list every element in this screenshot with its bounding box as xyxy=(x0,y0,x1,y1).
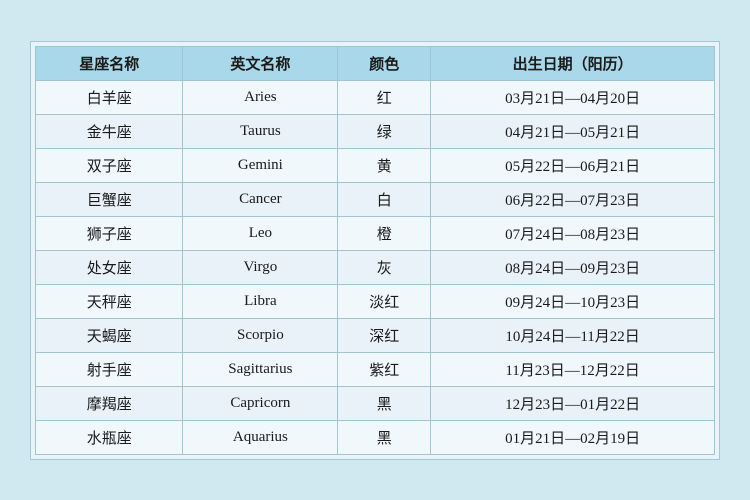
cell-en: Aquarius xyxy=(183,420,338,454)
cell-en: Leo xyxy=(183,216,338,250)
cell-color: 淡红 xyxy=(338,284,431,318)
cell-en: Taurus xyxy=(183,114,338,148)
table-body: 白羊座Aries红03月21日—04月20日金牛座Taurus绿04月21日—0… xyxy=(36,80,715,454)
col-header-en: 英文名称 xyxy=(183,46,338,80)
cell-color: 黑 xyxy=(338,386,431,420)
cell-color: 绿 xyxy=(338,114,431,148)
cell-en: Scorpio xyxy=(183,318,338,352)
cell-en: Gemini xyxy=(183,148,338,182)
cell-color: 黑 xyxy=(338,420,431,454)
cell-color: 红 xyxy=(338,80,431,114)
cell-zh: 天秤座 xyxy=(36,284,183,318)
cell-zh: 狮子座 xyxy=(36,216,183,250)
cell-zh: 天蝎座 xyxy=(36,318,183,352)
table-header-row: 星座名称 英文名称 颜色 出生日期（阳历） xyxy=(36,46,715,80)
table-row: 天秤座Libra淡红09月24日—10月23日 xyxy=(36,284,715,318)
table-row: 摩羯座Capricorn黑12月23日—01月22日 xyxy=(36,386,715,420)
cell-en: Aries xyxy=(183,80,338,114)
cell-color: 紫红 xyxy=(338,352,431,386)
cell-color: 灰 xyxy=(338,250,431,284)
cell-color: 黄 xyxy=(338,148,431,182)
cell-zh: 水瓶座 xyxy=(36,420,183,454)
cell-date: 07月24日—08月23日 xyxy=(431,216,715,250)
table-row: 射手座Sagittarius紫红11月23日—12月22日 xyxy=(36,352,715,386)
table-row: 天蝎座Scorpio深红10月24日—11月22日 xyxy=(36,318,715,352)
cell-color: 白 xyxy=(338,182,431,216)
col-header-zh: 星座名称 xyxy=(36,46,183,80)
cell-en: Sagittarius xyxy=(183,352,338,386)
cell-zh: 处女座 xyxy=(36,250,183,284)
table-row: 水瓶座Aquarius黑01月21日—02月19日 xyxy=(36,420,715,454)
cell-en: Cancer xyxy=(183,182,338,216)
table-row: 金牛座Taurus绿04月21日—05月21日 xyxy=(36,114,715,148)
cell-color: 深红 xyxy=(338,318,431,352)
zodiac-table-container: 星座名称 英文名称 颜色 出生日期（阳历） 白羊座Aries红03月21日—04… xyxy=(30,41,720,460)
cell-en: Virgo xyxy=(183,250,338,284)
table-row: 处女座Virgo灰08月24日—09月23日 xyxy=(36,250,715,284)
col-header-date: 出生日期（阳历） xyxy=(431,46,715,80)
table-row: 巨蟹座Cancer白06月22日—07月23日 xyxy=(36,182,715,216)
cell-zh: 射手座 xyxy=(36,352,183,386)
cell-date: 01月21日—02月19日 xyxy=(431,420,715,454)
cell-color: 橙 xyxy=(338,216,431,250)
cell-zh: 双子座 xyxy=(36,148,183,182)
cell-en: Capricorn xyxy=(183,386,338,420)
cell-date: 06月22日—07月23日 xyxy=(431,182,715,216)
cell-date: 12月23日—01月22日 xyxy=(431,386,715,420)
table-row: 狮子座Leo橙07月24日—08月23日 xyxy=(36,216,715,250)
cell-date: 04月21日—05月21日 xyxy=(431,114,715,148)
cell-en: Libra xyxy=(183,284,338,318)
table-row: 双子座Gemini黄05月22日—06月21日 xyxy=(36,148,715,182)
cell-date: 05月22日—06月21日 xyxy=(431,148,715,182)
cell-date: 08月24日—09月23日 xyxy=(431,250,715,284)
cell-date: 10月24日—11月22日 xyxy=(431,318,715,352)
cell-zh: 摩羯座 xyxy=(36,386,183,420)
table-row: 白羊座Aries红03月21日—04月20日 xyxy=(36,80,715,114)
col-header-color: 颜色 xyxy=(338,46,431,80)
cell-date: 11月23日—12月22日 xyxy=(431,352,715,386)
cell-date: 03月21日—04月20日 xyxy=(431,80,715,114)
cell-date: 09月24日—10月23日 xyxy=(431,284,715,318)
zodiac-table: 星座名称 英文名称 颜色 出生日期（阳历） 白羊座Aries红03月21日—04… xyxy=(35,46,715,455)
cell-zh: 白羊座 xyxy=(36,80,183,114)
cell-zh: 巨蟹座 xyxy=(36,182,183,216)
cell-zh: 金牛座 xyxy=(36,114,183,148)
